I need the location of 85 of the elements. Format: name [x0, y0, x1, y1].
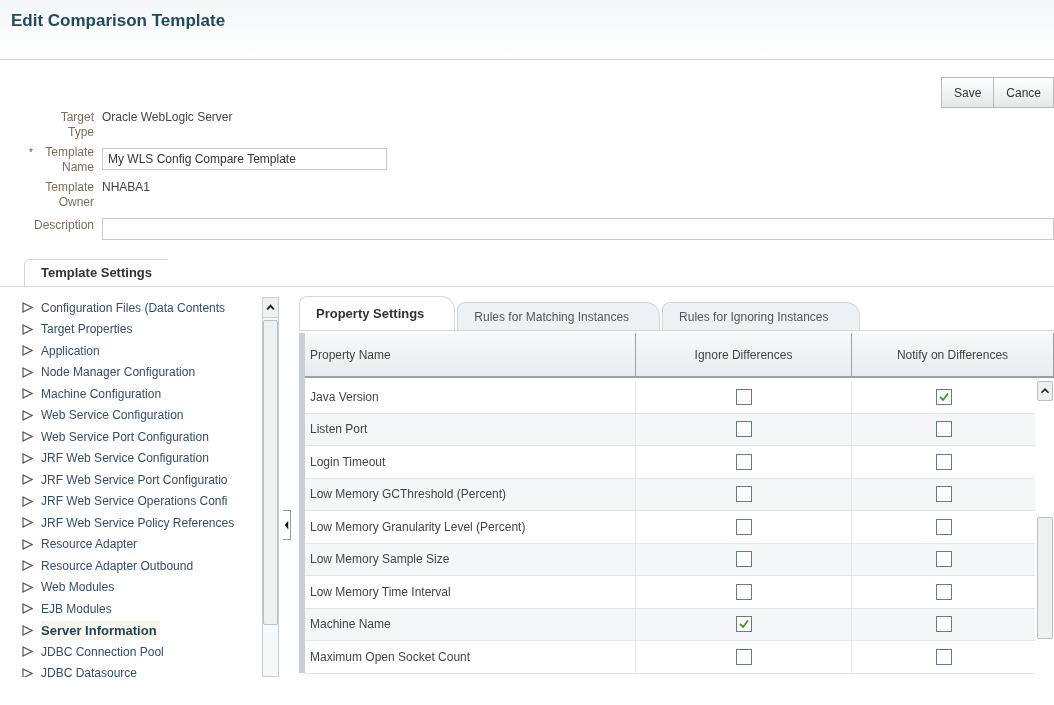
expand-icon[interactable] [22, 388, 33, 400]
expand-icon[interactable] [22, 517, 33, 529]
checkbox[interactable] [935, 486, 952, 503]
tab[interactable]: Property Settings [299, 296, 456, 330]
column-header: Notify on Differences [896, 346, 1009, 364]
description-field[interactable] [102, 218, 1054, 240]
checkbox[interactable] [935, 551, 952, 568]
expand-icon[interactable] [22, 495, 33, 507]
scrollbar[interactable] [262, 297, 279, 677]
form-button[interactable]: Cance [994, 77, 1054, 108]
tab[interactable]: Rules for Matching Instances [457, 302, 661, 330]
checkbox[interactable] [935, 583, 952, 600]
table-cell-text: Login Timeout [310, 453, 386, 471]
table-cell-text: Machine Name [310, 616, 391, 634]
checkbox[interactable] [735, 648, 752, 665]
form-button[interactable]: Save [940, 77, 995, 108]
tree-item[interactable]: JRF Web Service Configuration [41, 449, 209, 468]
column-header: Ignore Differences [694, 346, 793, 364]
table-cell-text: Listen Port [310, 421, 368, 439]
expand-icon[interactable] [22, 431, 33, 443]
tree-item[interactable]: Web Service Configuration [41, 406, 184, 425]
field-label: Template Owner [44, 180, 94, 210]
field-label: Template Name [44, 145, 94, 175]
scroll-up-icon[interactable] [263, 298, 278, 318]
expand-icon[interactable] [22, 409, 33, 421]
checkbox[interactable] [935, 648, 952, 665]
checkbox[interactable] [935, 388, 952, 405]
checkbox[interactable] [735, 486, 752, 503]
checkbox[interactable] [935, 421, 952, 438]
tree-item[interactable]: JRF Web Service Policy References [41, 513, 235, 532]
field-label: Description [34, 218, 94, 233]
checkbox[interactable] [935, 518, 952, 535]
collapse-icon[interactable] [283, 510, 291, 540]
checkbox[interactable] [935, 616, 952, 633]
tree-item[interactable]: Resource Adapter Outbound [41, 556, 194, 575]
expand-icon[interactable] [22, 667, 33, 677]
checkbox[interactable] [735, 551, 752, 568]
required-marker: * [29, 146, 33, 160]
page-title: Edit Comparison Template [11, 10, 226, 32]
tree-item[interactable]: EJB Modules [41, 599, 112, 618]
expand-icon[interactable] [22, 323, 33, 335]
table-cell-text: Low Memory GCThreshold (Percent) [310, 486, 507, 504]
tree-item[interactable]: Resource Adapter [41, 535, 138, 554]
scroll-up-icon[interactable] [1036, 381, 1053, 401]
tree-item[interactable]: JRF Web Service Operations Confi [41, 492, 228, 511]
expand-icon[interactable] [22, 581, 33, 593]
expand-icon[interactable] [22, 302, 33, 314]
tree-item[interactable]: Machine Configuration [41, 384, 162, 403]
tree-item[interactable]: Web Modules [41, 578, 115, 597]
expand-icon[interactable] [22, 366, 33, 378]
expand-icon[interactable] [22, 345, 33, 357]
tree-item[interactable]: JDBC Connection Pool [41, 642, 164, 661]
table-cell-text: Java Version [310, 388, 379, 406]
checkbox[interactable] [935, 453, 952, 470]
checkbox[interactable] [735, 583, 752, 600]
expand-icon[interactable] [22, 624, 33, 636]
expand-icon[interactable] [22, 538, 33, 550]
tree-item[interactable]: Configuration Files (Data Contents [41, 298, 226, 317]
checkbox[interactable] [735, 388, 752, 405]
tree-item[interactable]: Web Service Port Configuration [41, 427, 209, 446]
field-label: Target Type [59, 110, 94, 140]
tree-item[interactable]: Node Manager Configuration [41, 363, 196, 382]
name-field[interactable]: My WLS Config Compare Template [102, 148, 387, 170]
expand-icon[interactable] [22, 474, 33, 486]
tree-item[interactable]: JRF Web Service Port Configuratio [41, 470, 228, 489]
checkbox[interactable] [735, 453, 752, 470]
column-header: Property Name [310, 346, 391, 364]
table-cell-text: Low Memory Time Interval [310, 583, 451, 601]
expand-icon[interactable] [22, 646, 33, 658]
checkbox[interactable] [735, 518, 752, 535]
table-cell-text: Low Memory Sample Size [310, 551, 450, 569]
tree-item[interactable]: Application [41, 341, 100, 360]
expand-icon[interactable] [22, 452, 33, 464]
expand-icon[interactable] [22, 560, 33, 572]
tab[interactable]: Rules for Ignoring Instances [662, 302, 860, 330]
table-cell-text: Low Memory Granularity Level (Percent) [310, 518, 526, 536]
tree-item[interactable]: Target Properties [41, 320, 133, 339]
table-cell-text: Maximum Open Socket Count [310, 648, 471, 666]
field-value: NHABA1 [102, 180, 151, 195]
expand-icon[interactable] [22, 603, 33, 615]
tree-item[interactable]: JDBC Datasource [41, 664, 138, 677]
field-value: Oracle WebLogic Server [102, 110, 233, 125]
checkbox[interactable] [735, 616, 752, 633]
tree-item[interactable]: Server Information [41, 620, 160, 640]
checkbox[interactable] [735, 421, 752, 438]
